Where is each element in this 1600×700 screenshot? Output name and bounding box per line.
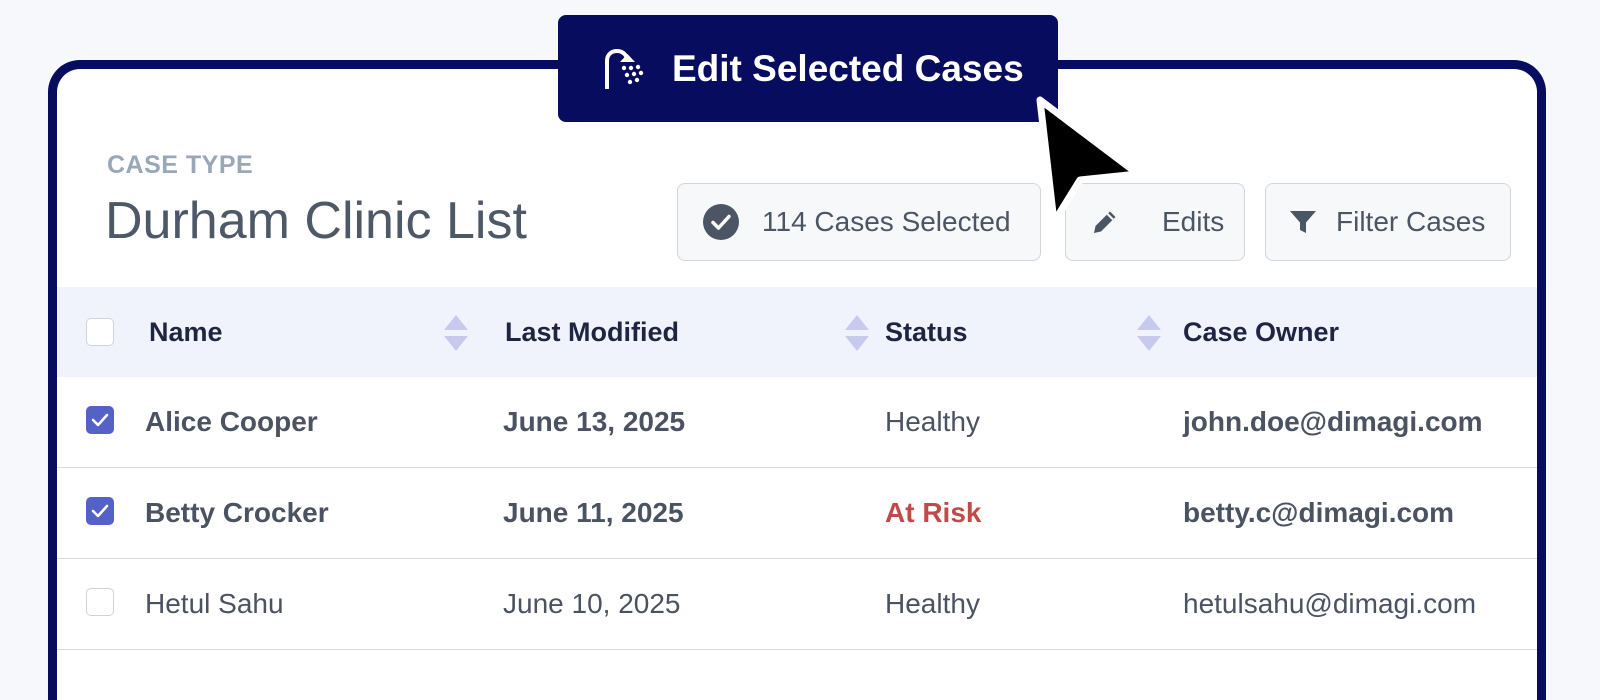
case-list-card: CASE TYPE Durham Clinic List 114 Cases S… (48, 60, 1546, 700)
edit-selected-cases-label: Edit Selected Cases (672, 47, 1024, 89)
column-header-last-modified[interactable]: Last Modified (505, 287, 679, 377)
filter-icon (1288, 207, 1318, 237)
cell-status: Healthy (885, 588, 980, 619)
check-circle-icon (702, 203, 740, 241)
filter-cases-button[interactable]: Filter Cases (1265, 183, 1511, 261)
row-checkbox[interactable] (86, 588, 114, 616)
cases-selected-label: 114 Cases Selected (762, 206, 1011, 237)
column-header-name[interactable]: Name (149, 287, 223, 377)
sort-icon[interactable] (843, 313, 871, 353)
row-checkbox[interactable] (86, 406, 114, 434)
cell-last-modified: June 13, 2025 (503, 406, 686, 437)
cell-name: Betty Crocker (145, 497, 329, 528)
row-checkbox[interactable] (86, 497, 114, 525)
cell-case-owner: betty.c@dimagi.com (1183, 497, 1455, 528)
cell-name: Hetul Sahu (145, 588, 284, 619)
shower-icon (602, 48, 648, 89)
cases-selected-button[interactable]: 114 Cases Selected (677, 183, 1041, 261)
case-type-label: CASE TYPE (107, 151, 254, 179)
select-all-checkbox[interactable] (86, 318, 114, 346)
page-title: Durham Clinic List (105, 192, 527, 250)
column-header-case-owner[interactable]: Case Owner (1183, 287, 1339, 377)
cell-case-owner: hetulsahu@dimagi.com (1183, 588, 1477, 619)
filter-cases-label: Filter Cases (1336, 206, 1486, 237)
cursor-icon (1036, 96, 1142, 226)
edits-label: Edits (1162, 206, 1225, 237)
column-header-status[interactable]: Status (885, 287, 968, 377)
table-header: Name Last Modified Status Case Owner (57, 287, 1537, 377)
edit-selected-cases-button[interactable]: Edit Selected Cases (558, 15, 1058, 122)
cell-case-owner: john.doe@dimagi.com (1183, 406, 1483, 437)
cell-name: Alice Cooper (145, 406, 318, 437)
cell-last-modified: June 11, 2025 (503, 497, 684, 528)
cell-last-modified: June 10, 2025 (503, 588, 681, 619)
table-row[interactable]: Betty Crocker June 11, 2025 At Risk bett… (57, 468, 1537, 559)
sort-icon[interactable] (442, 313, 470, 353)
table-row[interactable]: Hetul Sahu June 10, 2025 Healthy hetulsa… (57, 559, 1537, 650)
cell-status: At Risk (885, 497, 982, 528)
sort-icon[interactable] (1135, 313, 1163, 353)
table-row[interactable]: Alice Cooper June 13, 2025 Healthy john.… (57, 377, 1537, 468)
cell-status: Healthy (885, 406, 980, 437)
